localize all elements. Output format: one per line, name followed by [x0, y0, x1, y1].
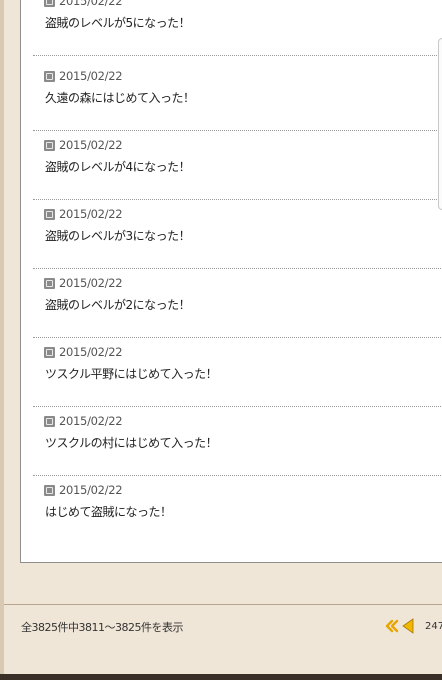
- log-entry: 2015/02/22 久遠の森にはじめて入った！: [21, 62, 442, 131]
- double-chevron-left-icon[interactable]: [385, 619, 399, 633]
- entry-date: 2015/02/22: [59, 345, 123, 359]
- log-entry: 2015/02/22 盗賊のレベルが4になった！: [21, 131, 442, 200]
- log-entry: 2015/02/22 盗賊のレベルが5になった！: [21, 0, 442, 56]
- log-entry: 2015/02/22 盗賊のレベルが2になった！: [21, 269, 442, 338]
- pager-bar: 全3825件中3811～3825件を表示 247: [4, 604, 442, 675]
- entry-message: ツスクル平野にはじめて入った！: [45, 367, 218, 381]
- log-entry-icon: [44, 416, 55, 427]
- entry-divider: [33, 55, 442, 56]
- log-entry-icon: [44, 278, 55, 289]
- log-entry-icon: [44, 209, 55, 220]
- entry-message: 久遠の森にはじめて入った！: [45, 91, 195, 105]
- scrollbar-thumb[interactable]: [438, 38, 442, 210]
- log-entry-icon: [44, 71, 55, 82]
- entry-message: 盗賊のレベルが4になった！: [45, 160, 191, 174]
- triangle-left-icon[interactable]: [402, 618, 414, 634]
- log-entry-icon: [44, 140, 55, 151]
- current-page-number: 247: [425, 621, 442, 632]
- log-entry-icon: [44, 485, 55, 496]
- entry-date: 2015/02/22: [59, 69, 123, 83]
- log-entry-icon: [44, 0, 55, 7]
- log-entry: 2015/02/22 盗賊のレベルが3になった！: [21, 200, 442, 269]
- entry-date: 2015/02/22: [59, 207, 123, 221]
- entry-date: 2015/02/22: [59, 276, 123, 290]
- entry-message: 盗賊のレベルが5になった！: [45, 16, 191, 30]
- entry-date: 2015/02/22: [59, 138, 123, 152]
- window-bottom-edge: [0, 674, 442, 680]
- entry-date: 2015/02/22: [59, 414, 123, 428]
- log-entry-icon: [44, 347, 55, 358]
- log-entry: 2015/02/22 ツスクルの村にはじめて入った！: [21, 407, 442, 476]
- entry-message: ツスクルの村にはじめて入った！: [45, 436, 218, 450]
- log-entry: 2015/02/22 はじめて盗賊になった！: [21, 476, 442, 545]
- log-entry: 2015/02/22 ツスクル平野にはじめて入った！: [21, 338, 442, 407]
- entry-message: 盗賊のレベルが3になった！: [45, 229, 191, 243]
- entry-message: 盗賊のレベルが2になった！: [45, 298, 191, 312]
- adventure-log-list[interactable]: 2015/02/22 盗賊のレベルが5になった！ 2015/02/22 久遠の森…: [20, 0, 442, 563]
- entry-date: 2015/02/22: [59, 483, 123, 497]
- pager-summary: 全3825件中3811～3825件を表示: [21, 621, 183, 634]
- entry-date: 2015/02/22: [59, 0, 123, 8]
- entry-message: はじめて盗賊になった！: [45, 505, 172, 519]
